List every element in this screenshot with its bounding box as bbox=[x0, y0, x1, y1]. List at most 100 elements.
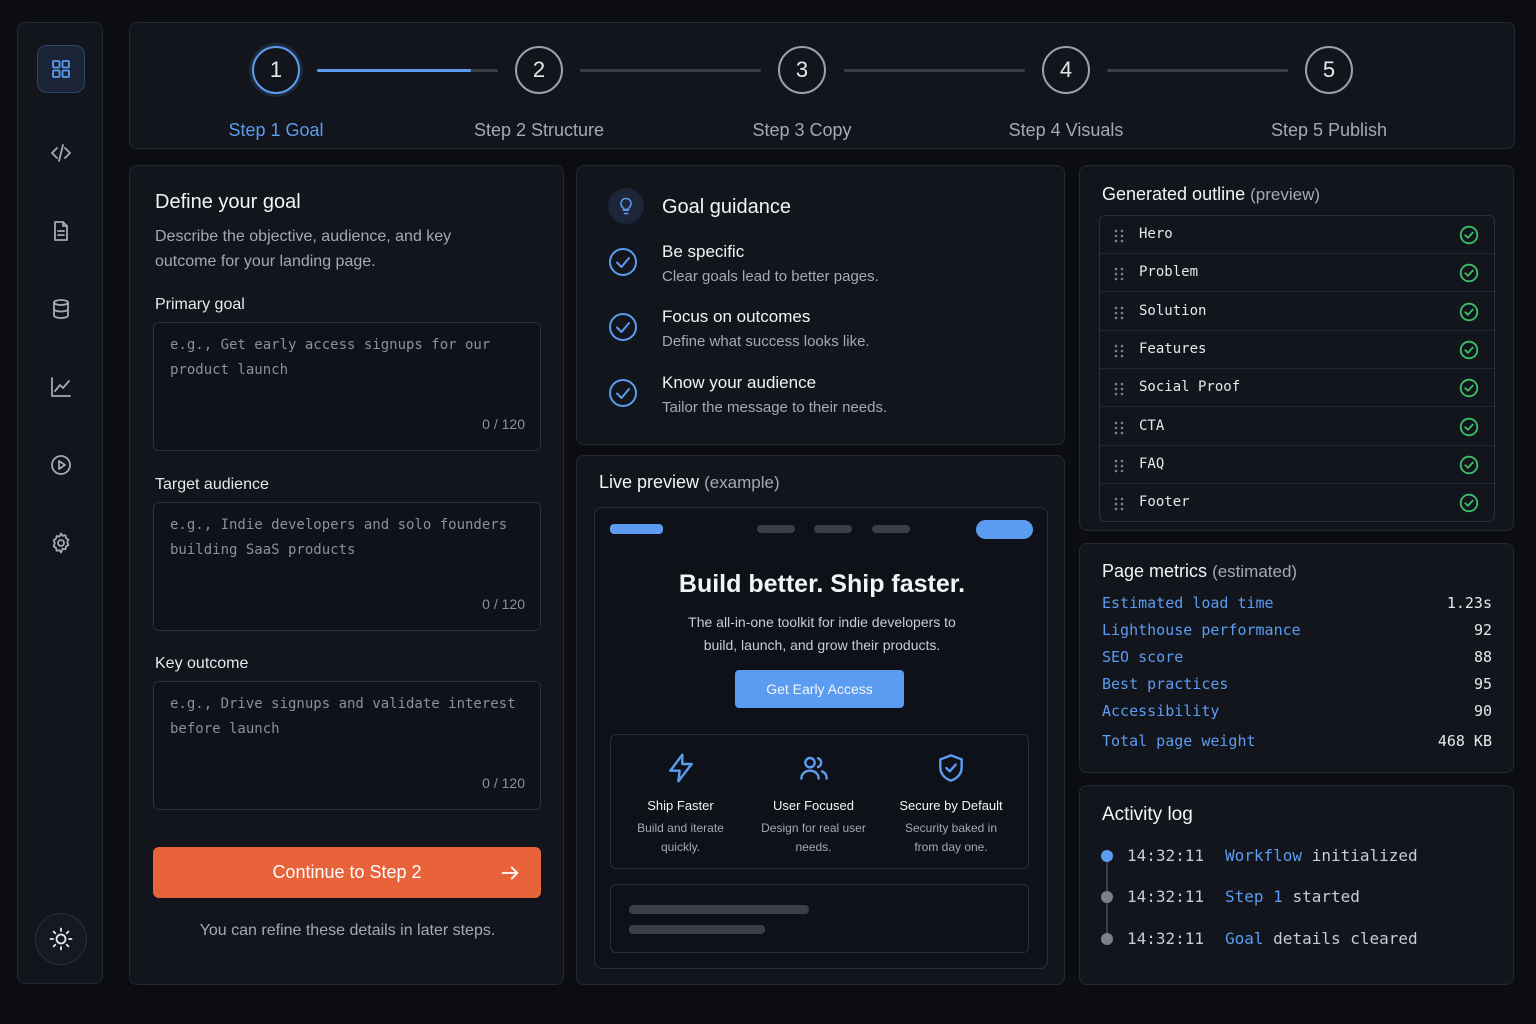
step-number: 2 bbox=[515, 46, 563, 94]
nav-code-button[interactable] bbox=[37, 129, 85, 177]
guidance-item-desc: Define what success looks like. bbox=[662, 333, 870, 350]
drag-handle-icon[interactable] bbox=[1114, 306, 1124, 320]
preview-title-text: Live preview bbox=[599, 472, 700, 492]
guidance-item-desc: Clear goals lead to better pages. bbox=[662, 268, 879, 285]
check-circle-icon bbox=[1459, 225, 1479, 245]
metrics-title-suffix: (estimated) bbox=[1212, 562, 1298, 581]
drag-handle-icon[interactable] bbox=[1114, 229, 1124, 243]
metrics-title-text: Page metrics bbox=[1102, 561, 1208, 581]
metric-value: 1.23s bbox=[1446, 594, 1492, 612]
nav-dashboard-button[interactable] bbox=[37, 45, 85, 93]
drag-handle-icon[interactable] bbox=[1114, 267, 1124, 281]
feature-desc-text: Build and iterate quickly. bbox=[637, 821, 724, 854]
outline-section-name: Problem bbox=[1139, 264, 1199, 281]
step-4[interactable]: 4 Step 4 Visuals bbox=[976, 46, 1156, 141]
key-outcome-field[interactable]: 0 / 120 bbox=[153, 681, 541, 810]
preview-nav-placeholder bbox=[757, 525, 795, 533]
goal-form-title: Define your goal bbox=[155, 191, 301, 213]
continue-button[interactable]: Continue to Step 2 bbox=[153, 847, 541, 898]
code-icon bbox=[51, 144, 71, 162]
key-outcome-label: Key outcome bbox=[155, 655, 249, 672]
preview-logo-placeholder bbox=[610, 524, 663, 534]
shield-check-icon bbox=[939, 754, 963, 782]
preview-cta-button[interactable]: Get Early Access bbox=[735, 670, 904, 708]
step-label: Step 2 Structure bbox=[473, 120, 605, 140]
activity-title: Activity log bbox=[1102, 804, 1193, 825]
preview-nav-button-placeholder bbox=[976, 520, 1033, 539]
outline-section-row[interactable]: Footer bbox=[1100, 484, 1494, 521]
metric-label: Estimated load time bbox=[1102, 594, 1274, 612]
outline-title-text: Generated outline bbox=[1102, 184, 1246, 204]
feature-title: User Focused bbox=[773, 798, 854, 813]
arrow-right-icon bbox=[499, 862, 521, 889]
timeline-dot bbox=[1101, 891, 1113, 903]
outline-section-name: Social Proof bbox=[1139, 379, 1241, 396]
metric-value: 468 KB bbox=[1437, 732, 1492, 750]
goal-form-panel: Define your goal Describe the objective,… bbox=[129, 165, 564, 985]
feature-desc-text: Security baked in from day one. bbox=[904, 821, 998, 854]
check-circle-icon bbox=[608, 247, 638, 277]
sun-icon bbox=[49, 927, 73, 951]
drag-handle-icon[interactable] bbox=[1114, 497, 1124, 511]
theme-toggle-button[interactable] bbox=[35, 913, 87, 965]
skeleton-line bbox=[629, 925, 765, 934]
outline-section-name: Hero bbox=[1139, 226, 1173, 242]
drag-handle-icon[interactable] bbox=[1114, 382, 1124, 396]
outline-section-row[interactable]: Hero bbox=[1100, 216, 1494, 254]
outline-section-row[interactable]: Solution bbox=[1100, 293, 1494, 331]
preview-title: Live preview (example) bbox=[599, 472, 780, 493]
nav-analytics-button[interactable] bbox=[37, 363, 85, 411]
key-outcome-input[interactable] bbox=[170, 692, 520, 762]
chart-icon bbox=[51, 377, 71, 397]
guidance-item-title: Be specific bbox=[662, 242, 745, 261]
target-audience-field[interactable]: 0 / 120 bbox=[153, 502, 541, 631]
metric-value: 95 bbox=[1473, 675, 1492, 693]
activity-time: 14:32:11 bbox=[1127, 929, 1205, 948]
activity-time: 14:32:11 bbox=[1127, 887, 1205, 906]
step-number: 4 bbox=[1042, 46, 1090, 94]
outline-section-row[interactable]: Problem bbox=[1100, 254, 1494, 293]
metric-label: Lighthouse performance bbox=[1102, 621, 1301, 639]
primary-goal-label: Primary goal bbox=[155, 296, 245, 313]
step-3[interactable]: 3 Step 3 Copy bbox=[712, 46, 892, 141]
step-5[interactable]: 5 Step 5 Publish bbox=[1239, 46, 1419, 141]
outline-section-row[interactable]: CTA bbox=[1100, 408, 1494, 446]
preview-feature: Secure by Default Security baked in from… bbox=[881, 735, 1021, 857]
outline-section-row[interactable]: Features bbox=[1100, 331, 1494, 369]
preview-title-suffix: (example) bbox=[704, 473, 780, 492]
activity-keyword: Workflow bbox=[1225, 846, 1303, 865]
nav-run-button[interactable] bbox=[37, 441, 85, 489]
preview-nav-placeholder bbox=[872, 525, 910, 533]
target-audience-label: Target audience bbox=[155, 476, 269, 493]
nav-database-button[interactable] bbox=[37, 285, 85, 333]
metric-row: Estimated load time 1.23s bbox=[1102, 594, 1492, 612]
metric-row: Lighthouse performance 92 bbox=[1102, 621, 1492, 639]
feature-desc-text: Design for real user needs. bbox=[761, 821, 866, 854]
metric-row: Total page weight 468 KB bbox=[1102, 732, 1492, 750]
preview-frame: Build better. Ship faster. The all-in-on… bbox=[594, 507, 1048, 969]
nav-settings-button[interactable] bbox=[37, 519, 85, 567]
stepper: 1 Step 1 Goal 2 Step 2 Structure 3 Step … bbox=[129, 22, 1515, 149]
drag-handle-icon[interactable] bbox=[1114, 459, 1124, 473]
metric-row: Best practices 95 bbox=[1102, 675, 1492, 693]
target-audience-input[interactable] bbox=[170, 513, 520, 583]
activity-log-panel: Activity log 14:32:11 Workflow initializ… bbox=[1079, 785, 1514, 985]
nav-documents-button[interactable] bbox=[37, 207, 85, 255]
drag-handle-icon[interactable] bbox=[1114, 344, 1124, 358]
outline-section-row[interactable]: FAQ bbox=[1100, 446, 1494, 484]
primary-goal-input[interactable] bbox=[170, 333, 520, 403]
char-counter: 0 / 120 bbox=[482, 596, 525, 612]
primary-goal-field[interactable]: 0 / 120 bbox=[153, 322, 541, 451]
step-2[interactable]: 2 Step 2 Structure bbox=[449, 46, 629, 141]
skeleton-line bbox=[629, 905, 809, 914]
drag-handle-icon[interactable] bbox=[1114, 421, 1124, 435]
outline-section-row[interactable]: Social Proof bbox=[1100, 369, 1494, 408]
metric-value: 90 bbox=[1473, 702, 1492, 720]
check-circle-icon bbox=[1459, 455, 1479, 475]
step-number: 1 bbox=[252, 46, 300, 94]
metric-label: Accessibility bbox=[1102, 702, 1220, 720]
step-1[interactable]: 1 Step 1 Goal bbox=[186, 46, 366, 141]
guidance-title: Goal guidance bbox=[662, 196, 791, 218]
step-label: Step 1 Goal bbox=[228, 120, 324, 140]
feature-desc: Design for real user needs. bbox=[746, 819, 881, 857]
